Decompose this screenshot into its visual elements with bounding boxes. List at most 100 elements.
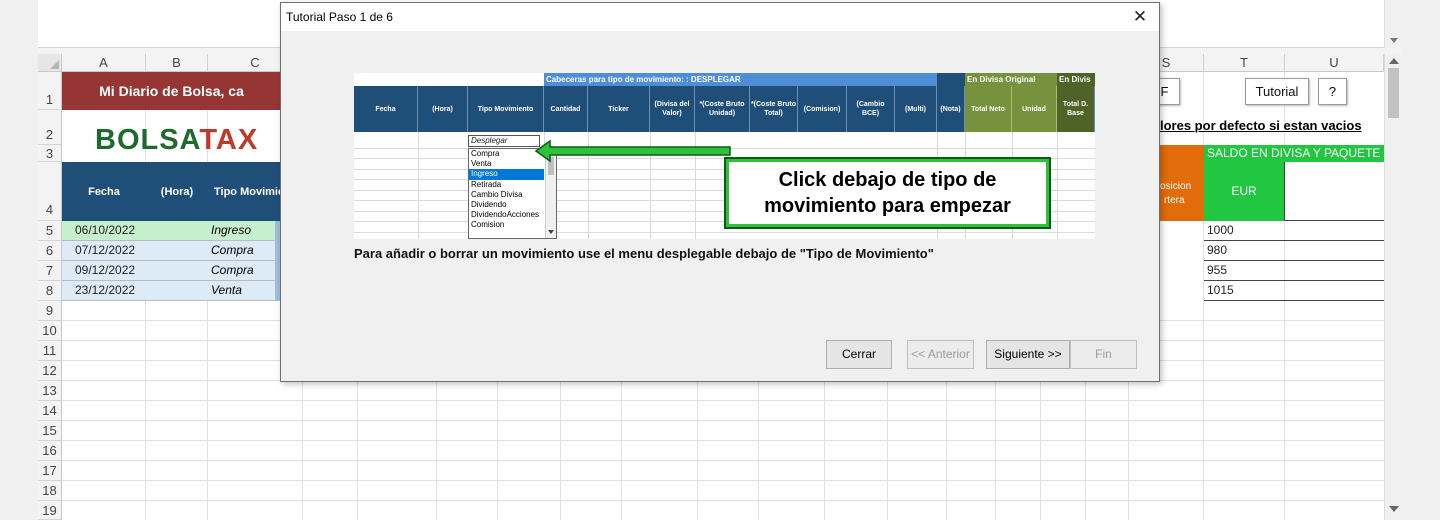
- row-header-6[interactable]: 6: [38, 241, 62, 261]
- close-icon[interactable]: ✕: [1129, 6, 1151, 28]
- dropdown-item: Compra: [471, 149, 500, 158]
- band-divis: En Divis: [1057, 73, 1095, 86]
- tutorial-screenshot: Cabeceras para tipo de movimiento: : DES…: [354, 73, 1095, 239]
- scroll-down-icon[interactable]: [1389, 506, 1399, 512]
- dropdown-scroll-down-icon: [548, 230, 554, 234]
- gridline: [62, 440, 1384, 441]
- cell-fecha-row6[interactable]: 07/12/2022: [62, 241, 208, 261]
- dropdown-item: Retirada: [471, 179, 502, 189]
- row-header-4[interactable]: 4: [38, 162, 62, 221]
- dropdown-item: Comision: [471, 220, 505, 230]
- left-margin: [0, 0, 38, 520]
- siguiente-button[interactable]: Siguiente >>: [986, 340, 1070, 369]
- bolsatax-logo: BOLSATAX: [95, 124, 259, 156]
- shot-header-fecha: Fecha: [354, 86, 418, 132]
- row-header-15[interactable]: 15: [38, 421, 62, 441]
- dropdown-item: Dividendo: [471, 199, 507, 209]
- row-header-13[interactable]: 13: [38, 381, 62, 401]
- cell-tipo-row5[interactable]: Ingreso: [208, 221, 281, 241]
- row-header-9[interactable]: 9: [38, 301, 62, 321]
- help-button[interactable]: ?: [1318, 78, 1347, 105]
- empty-header-cell: [1284, 162, 1384, 221]
- gridline: [62, 420, 1384, 421]
- saldo-header: SALDO EN DIVISA Y PAQUETE: [1204, 145, 1384, 162]
- row-header-19[interactable]: 19: [38, 501, 62, 520]
- row-header-3[interactable]: 3: [38, 145, 62, 162]
- column-header-a[interactable]: A: [62, 54, 146, 72]
- row-header-18[interactable]: 18: [38, 481, 62, 501]
- dropdown-item-selected: Ingreso: [469, 169, 544, 180]
- select-all-corner[interactable]: [38, 54, 62, 72]
- instruction-text: Para añadir o borrar un movimiento use e…: [354, 246, 934, 261]
- shot-header-nota: (Nota): [937, 86, 965, 132]
- vertical-scrollbar[interactable]: [1384, 54, 1402, 520]
- dropdown-item: DividendoAcciones: [471, 210, 540, 220]
- shot-header-comision: (Comision): [798, 86, 847, 132]
- shot-header-multi: (Multi): [895, 86, 937, 132]
- anterior-button[interactable]: << Anterior: [907, 340, 974, 369]
- saldo-row8[interactable]: 1015: [1204, 281, 1384, 301]
- gridline: [62, 480, 1384, 481]
- posicion-cartera-header: osicion rtera: [1160, 162, 1204, 221]
- row-header-14[interactable]: 14: [38, 401, 62, 421]
- cell-fecha-row5[interactable]: 06/10/2022: [62, 221, 208, 241]
- column-header-b[interactable]: B: [146, 54, 208, 72]
- gridline: [62, 460, 1384, 461]
- tutorial-button[interactable]: Tutorial: [1245, 78, 1309, 105]
- cell-fecha-row8[interactable]: 23/12/2022: [62, 281, 208, 301]
- orange-header-strip: [1160, 145, 1204, 162]
- shot-header-tipo: Tipo Movimiento: [468, 86, 544, 132]
- shot-header-coste-total: *(Coste Bruto Total): [750, 86, 798, 132]
- header-hora: (Hora): [160, 185, 194, 198]
- callout-box: Click debajo de tipo de movimiento para …: [724, 157, 1051, 229]
- sheet-title: Mi Diario de Bolsa, ca: [62, 72, 281, 110]
- right-margin: [1402, 0, 1440, 520]
- fin-button[interactable]: Fin: [1070, 340, 1137, 369]
- cell-fecha-row7[interactable]: 09/12/2022: [62, 261, 208, 281]
- row-header-11[interactable]: 11: [38, 341, 62, 361]
- row-header-10[interactable]: 10: [38, 321, 62, 341]
- excel-window: A B C S T U 1 2 3 4 5 6 7 8 9 10 11 12 1…: [0, 0, 1440, 520]
- cell-tipo-row8[interactable]: Venta: [208, 281, 281, 301]
- cerrar-button[interactable]: Cerrar: [826, 340, 892, 369]
- row-header-5[interactable]: 5: [38, 221, 62, 241]
- scroll-up-icon[interactable]: [1389, 58, 1399, 64]
- eur-header: EUR: [1204, 162, 1284, 221]
- header-fecha: Fecha: [88, 185, 120, 198]
- shot-header-ticker: Ticker: [588, 86, 650, 132]
- callout-arrow-icon: [534, 139, 731, 163]
- cell-tipo-row6[interactable]: Compra: [208, 241, 281, 261]
- scroll-thumb[interactable]: [1388, 68, 1399, 118]
- dropdown-item: Cambio Divisa: [471, 189, 523, 199]
- formula-bar-expand-icon[interactable]: [1384, 0, 1402, 48]
- band-divisa-original: En Divisa Original: [965, 73, 1057, 86]
- dialog-title: Tutorial Paso 1 de 6: [286, 10, 393, 24]
- row-header-12[interactable]: 12: [38, 361, 62, 381]
- column-header-t[interactable]: T: [1204, 54, 1285, 72]
- shot-header-total-neto: Total Neto: [965, 86, 1012, 132]
- row-header-16[interactable]: 16: [38, 441, 62, 461]
- shot-header-total-base: Total D. Base: [1057, 86, 1095, 132]
- gridline: [62, 400, 1384, 401]
- defaults-note: lores por defecto si estan vacios: [1160, 118, 1362, 133]
- shot-header-divisa: (Divisa del Valor): [650, 86, 695, 132]
- cell-tipo-row7[interactable]: Compra: [208, 261, 281, 281]
- shot-header-cantidad: Cantidad: [544, 86, 588, 132]
- dialog-title-bar: Tutorial Paso 1 de 6 ✕: [281, 3, 1159, 31]
- tutorial-dialog: Tutorial Paso 1 de 6 ✕ Cabeceras para ti…: [280, 2, 1160, 382]
- row-header-8[interactable]: 8: [38, 281, 62, 301]
- saldo-row7[interactable]: 955: [1204, 261, 1384, 281]
- dropdown-item: Venta: [471, 159, 492, 169]
- row-header-2[interactable]: 2: [38, 110, 62, 145]
- shot-header-unidad: Unidad: [1012, 86, 1057, 132]
- column-header-u[interactable]: U: [1285, 54, 1384, 72]
- band-desplegar: Cabeceras para tipo de movimiento: : DES…: [544, 73, 937, 86]
- row-header-1[interactable]: 1: [38, 72, 62, 110]
- saldo-row5[interactable]: 1000: [1204, 221, 1384, 241]
- shot-header-coste-unidad: *(Coste Bruto Unidad): [695, 86, 750, 132]
- row-header-7[interactable]: 7: [38, 261, 62, 281]
- saldo-row6[interactable]: 980: [1204, 241, 1384, 261]
- shot-header-hora: (Hora): [418, 86, 468, 132]
- row-header-17[interactable]: 17: [38, 461, 62, 481]
- header-tipo-movimiento: Tipo Movimien: [214, 185, 281, 198]
